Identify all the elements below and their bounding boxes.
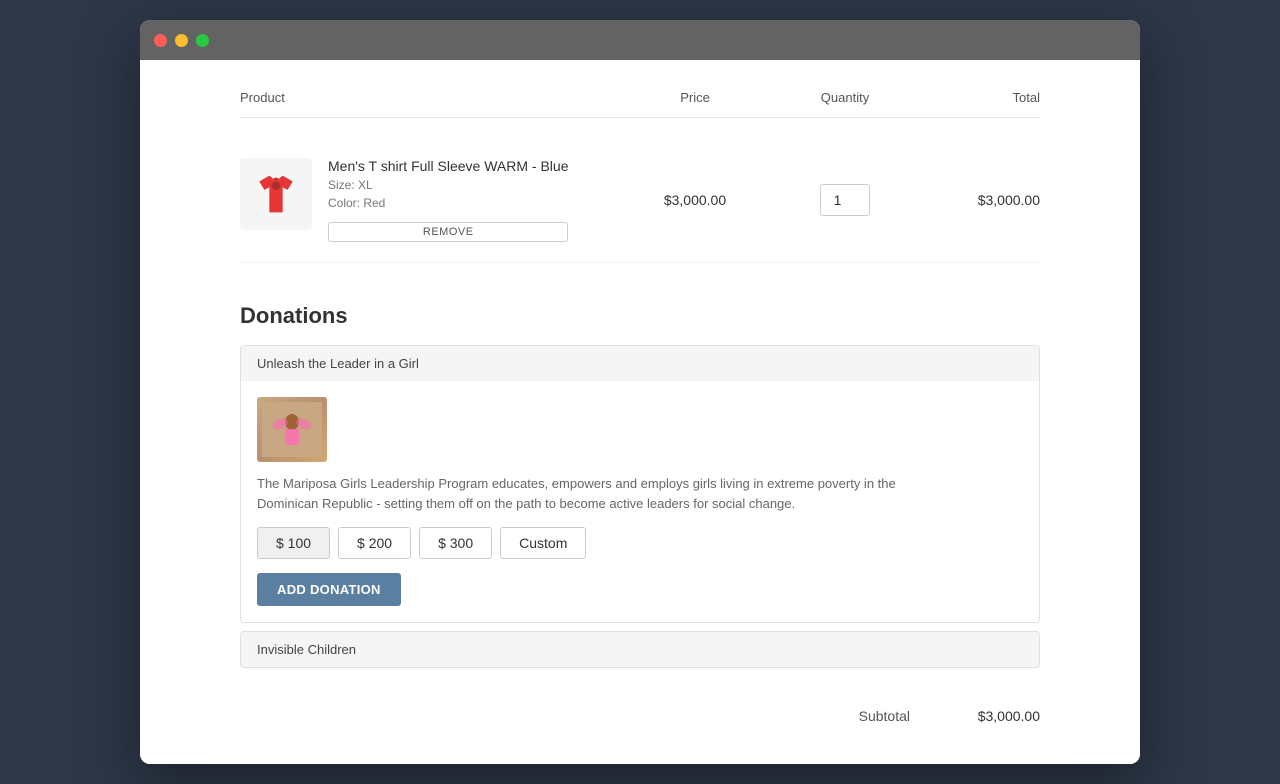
quantity-input[interactable] [820, 184, 870, 216]
amount-btn-200[interactable]: $ 200 [338, 527, 411, 559]
item-total: $3,000.00 [920, 192, 1040, 208]
cart-header: Product Price Quantity Total [240, 90, 1040, 118]
product-info: Men's T shirt Full Sleeve WARM - Blue Si… [328, 158, 568, 242]
mariposa-image-svg [262, 402, 322, 457]
browser-window: Product Price Quantity Total Men's T [140, 20, 1140, 764]
header-price: Price [620, 90, 770, 105]
amount-btn-custom[interactable]: Custom [500, 527, 586, 559]
donation-description-mariposa: The Mariposa Girls Leadership Program ed… [257, 474, 937, 513]
cart-item: Men's T shirt Full Sleeve WARM - Blue Si… [240, 138, 1040, 263]
donation-card-header-invisible-children: Invisible Children [241, 632, 1039, 667]
tshirt-svg [251, 169, 301, 219]
donation-card-mariposa: Unleash the Leader in a Girl [240, 345, 1040, 623]
header-total: Total [920, 90, 1040, 105]
subtotal-value: $3,000.00 [950, 708, 1040, 724]
subtotal-row: Subtotal $3,000.00 [240, 688, 1040, 734]
header-quantity: Quantity [770, 90, 920, 105]
product-size: Size: XL [328, 178, 568, 192]
donation-card-body-mariposa: The Mariposa Girls Leadership Program ed… [241, 381, 1039, 622]
product-name: Men's T shirt Full Sleeve WARM - Blue [328, 158, 568, 174]
item-price: $3,000.00 [620, 192, 770, 208]
donation-image-mariposa [257, 397, 327, 462]
browser-titlebar [140, 20, 1140, 60]
donation-card-invisible-children: Invisible Children [240, 631, 1040, 668]
amount-btn-100[interactable]: $ 100 [257, 527, 330, 559]
remove-button[interactable]: REMOVE [328, 222, 568, 242]
add-donation-button[interactable]: ADD DONATION [257, 573, 401, 606]
page-content: Product Price Quantity Total Men's T [140, 60, 1140, 764]
item-quantity-cell [770, 184, 920, 216]
product-image [240, 158, 312, 230]
donation-card-header-mariposa: Unleash the Leader in a Girl [241, 346, 1039, 381]
subtotal-label: Subtotal [859, 708, 910, 724]
donations-title: Donations [240, 303, 1040, 329]
donation-amounts: $ 100 $ 200 $ 300 Custom [257, 527, 1023, 559]
donations-section: Donations Unleash the Leader in a Girl [240, 303, 1040, 668]
close-button[interactable] [154, 34, 167, 47]
amount-btn-300[interactable]: $ 300 [419, 527, 492, 559]
minimize-button[interactable] [175, 34, 188, 47]
header-product: Product [240, 90, 620, 105]
product-cell: Men's T shirt Full Sleeve WARM - Blue Si… [240, 158, 620, 242]
maximize-button[interactable] [196, 34, 209, 47]
product-color: Color: Red [328, 196, 568, 210]
